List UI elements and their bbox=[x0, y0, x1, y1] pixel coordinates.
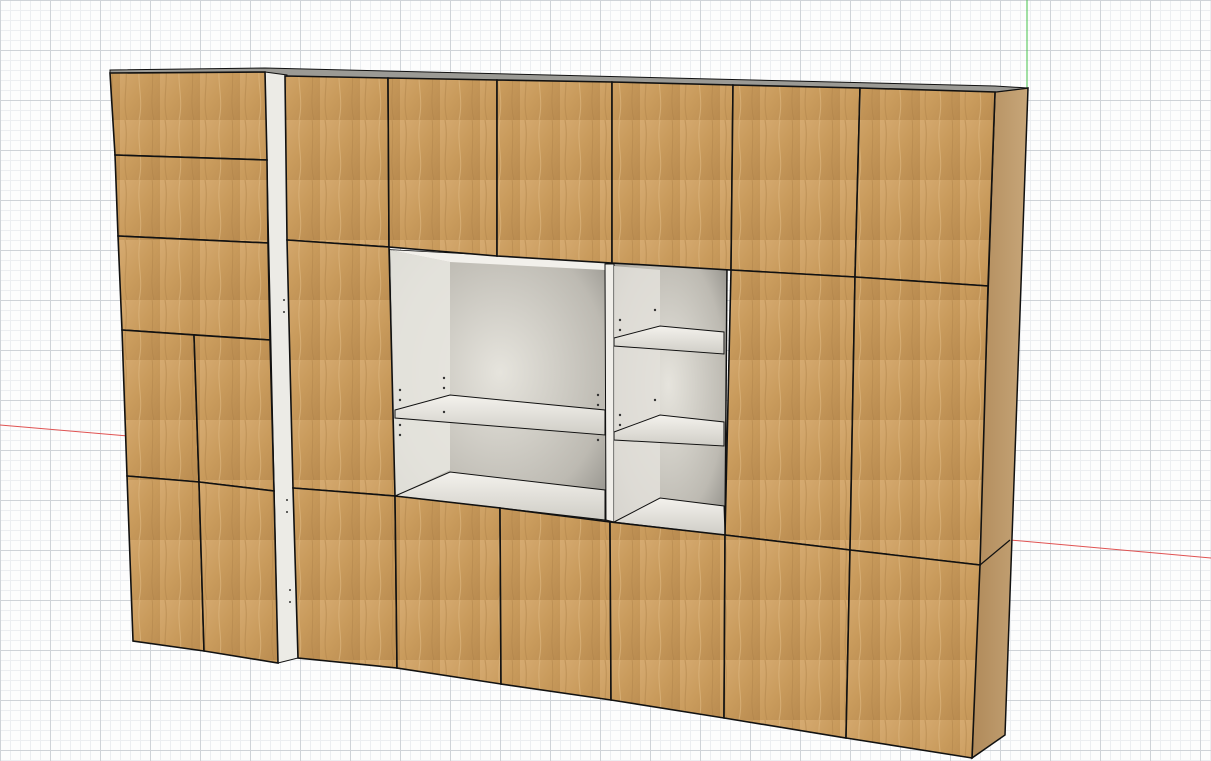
niche-divider bbox=[604, 263, 615, 523]
x-axis-line bbox=[0, 424, 141, 438]
door-mid-right-2[interactable] bbox=[849, 276, 989, 566]
door-left-top-3[interactable] bbox=[117, 235, 271, 341]
door-left-mid-a[interactable] bbox=[121, 329, 200, 483]
door-lower-1[interactable] bbox=[292, 487, 398, 669]
door-mid-left[interactable] bbox=[286, 239, 396, 497]
door-left-top-2[interactable] bbox=[114, 154, 269, 244]
door-upper-5[interactable] bbox=[730, 84, 861, 278]
door-lower-6[interactable] bbox=[845, 549, 981, 759]
door-left-bot-b[interactable] bbox=[198, 481, 279, 664]
door-lower-2[interactable] bbox=[394, 495, 502, 685]
door-upper-1[interactable] bbox=[284, 75, 390, 248]
x-axis-line-right bbox=[1009, 539, 1211, 559]
door-left-mid-b[interactable] bbox=[193, 334, 275, 492]
door-lower-5[interactable] bbox=[723, 534, 851, 739]
door-upper-4[interactable] bbox=[611, 81, 734, 271]
door-upper-2[interactable] bbox=[387, 77, 498, 257]
door-mid-right-1[interactable] bbox=[724, 269, 856, 551]
door-upper-3[interactable] bbox=[496, 79, 613, 264]
door-left-bot-a[interactable] bbox=[126, 475, 205, 652]
door-upper-6[interactable] bbox=[854, 87, 996, 287]
door-lower-3[interactable] bbox=[499, 507, 612, 701]
door-lower-4[interactable] bbox=[609, 521, 726, 719]
niche-left-wall bbox=[390, 250, 450, 496]
3d-scene[interactable] bbox=[0, 0, 1211, 761]
door-left-top-1[interactable] bbox=[109, 71, 268, 161]
niche-small-left-wall bbox=[614, 266, 660, 522]
3d-viewport[interactable] bbox=[0, 0, 1211, 761]
